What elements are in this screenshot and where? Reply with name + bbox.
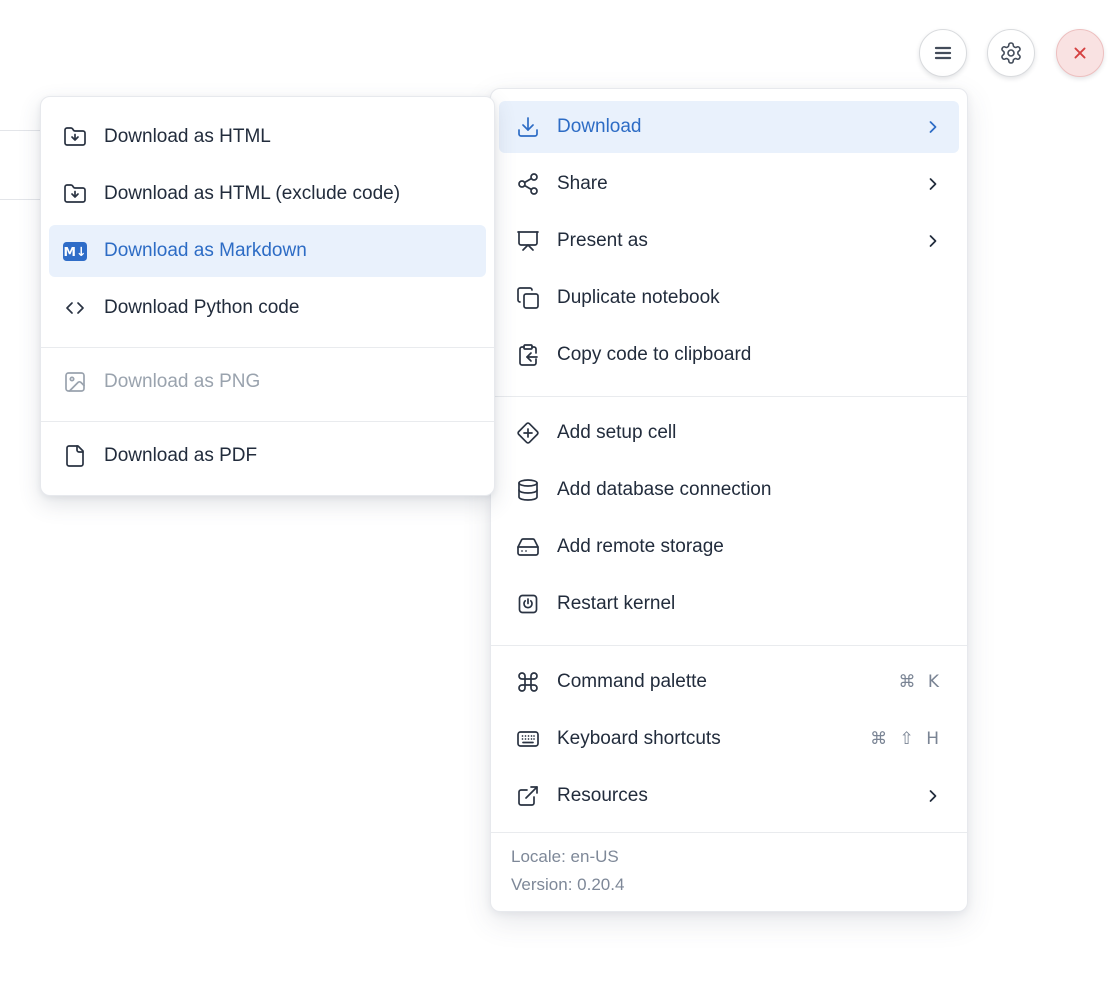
menu-toggle-button[interactable]: [919, 29, 967, 77]
file-icon: [63, 444, 87, 468]
menu-item-label: Share: [557, 173, 906, 195]
menu-item-download-as-png: Download as PNG: [49, 356, 486, 408]
menu-divider: [41, 421, 494, 422]
menu-item-label: Add remote storage: [557, 536, 943, 558]
version-text: Version: 0.20.4: [511, 871, 947, 899]
menu-item-copy-code-to-clipboard[interactable]: Copy code to clipboard: [499, 329, 959, 381]
shortcut-hint: ⌘ ⇧ H: [870, 729, 939, 749]
close-button[interactable]: [1056, 29, 1104, 77]
markdown-badge-icon: M↓: [63, 239, 87, 263]
menu-divider: [41, 347, 494, 348]
locale-text: Locale: en-US: [511, 843, 947, 871]
gear-icon: [999, 41, 1023, 65]
presentation-icon: [516, 229, 540, 253]
shortcut-hint: ⌘ K: [898, 672, 939, 692]
menu-item-present-as[interactable]: Present as: [499, 215, 959, 267]
menu-item-label: Download Python code: [104, 297, 472, 319]
menu-item-download-as-markdown[interactable]: M↓ Download as Markdown: [49, 225, 486, 277]
menu-item-add-database-connection[interactable]: Add database connection: [499, 464, 959, 516]
menu-item-share[interactable]: Share: [499, 158, 959, 210]
menu-item-label: Keyboard shortcuts: [557, 728, 853, 750]
page-edge-line: [0, 199, 42, 200]
menu-item-download[interactable]: Download: [499, 101, 959, 153]
folder-down-icon: [63, 125, 87, 149]
menu-item-label: Command palette: [557, 671, 881, 693]
menu-divider: [491, 396, 967, 397]
duplicate-icon: [516, 286, 540, 310]
menu-item-label: Download: [557, 116, 906, 138]
menu-item-command-palette[interactable]: Command palette ⌘ K: [499, 656, 959, 708]
image-icon: [63, 370, 87, 394]
menu-item-download-as-pdf[interactable]: Download as PDF: [49, 430, 486, 482]
chevron-right-icon: [923, 117, 943, 137]
menu-item-label: Copy code to clipboard: [557, 344, 943, 366]
chevron-right-icon: [923, 786, 943, 806]
menu-item-label: Add database connection: [557, 479, 943, 501]
share-icon: [516, 172, 540, 196]
menu-item-label: Download as PDF: [104, 445, 472, 467]
clipboard-copy-icon: [516, 343, 540, 367]
menu-item-label: Download as HTML: [104, 126, 472, 148]
close-icon: [1069, 42, 1091, 64]
code-icon: [63, 296, 87, 320]
external-link-icon: [516, 784, 540, 808]
menu-item-label: Present as: [557, 230, 906, 252]
menu-divider: [491, 645, 967, 646]
menu-item-resources[interactable]: Resources: [499, 770, 959, 822]
notebook-menu-items: Download Share Present as Duplicate noteboo…: [491, 101, 967, 827]
download-submenu-panel: Download as HTML Download as HTML (exclud…: [40, 96, 495, 496]
menu-item-label: Restart kernel: [557, 593, 943, 615]
menu-item-label: Resources: [557, 785, 906, 807]
download-icon: [516, 115, 540, 139]
menu-item-restart-kernel[interactable]: Restart kernel: [499, 578, 959, 630]
command-icon: [516, 670, 540, 694]
download-submenu-items: Download as HTML Download as HTML (exclud…: [41, 111, 494, 487]
menu-item-label: Download as HTML (exclude code): [104, 183, 472, 205]
power-icon: [516, 592, 540, 616]
chevron-right-icon: [923, 174, 943, 194]
hard-drive-icon: [516, 535, 540, 559]
hamburger-icon: [931, 41, 955, 65]
menu-item-keyboard-shortcuts[interactable]: Keyboard shortcuts ⌘ ⇧ H: [499, 713, 959, 765]
notebook-menu-panel: Download Share Present as Duplicate noteboo…: [490, 88, 968, 912]
page-edge-line: [0, 130, 42, 131]
menu-item-duplicate-notebook[interactable]: Duplicate notebook: [499, 272, 959, 324]
menu-item-add-remote-storage[interactable]: Add remote storage: [499, 521, 959, 573]
menu-footer: Locale: en-US Version: 0.20.4: [491, 832, 967, 911]
database-icon: [516, 478, 540, 502]
menu-item-label: Duplicate notebook: [557, 287, 943, 309]
menu-item-label: Download as Markdown: [104, 240, 472, 262]
chevron-right-icon: [923, 231, 943, 251]
menu-item-download-as-html[interactable]: Download as HTML: [49, 111, 486, 163]
menu-item-download-as-html-exclude-code[interactable]: Download as HTML (exclude code): [49, 168, 486, 220]
keyboard-icon: [516, 727, 540, 751]
menu-item-label: Download as PNG: [104, 371, 472, 393]
menu-item-add-setup-cell[interactable]: Add setup cell: [499, 407, 959, 459]
menu-item-label: Add setup cell: [557, 422, 943, 444]
diamond-plus-icon: [516, 421, 540, 445]
folder-down-icon: [63, 182, 87, 206]
settings-button[interactable]: [987, 29, 1035, 77]
markdown-badge-icon: M↓: [63, 242, 87, 261]
menu-item-download-python-code[interactable]: Download Python code: [49, 282, 486, 334]
